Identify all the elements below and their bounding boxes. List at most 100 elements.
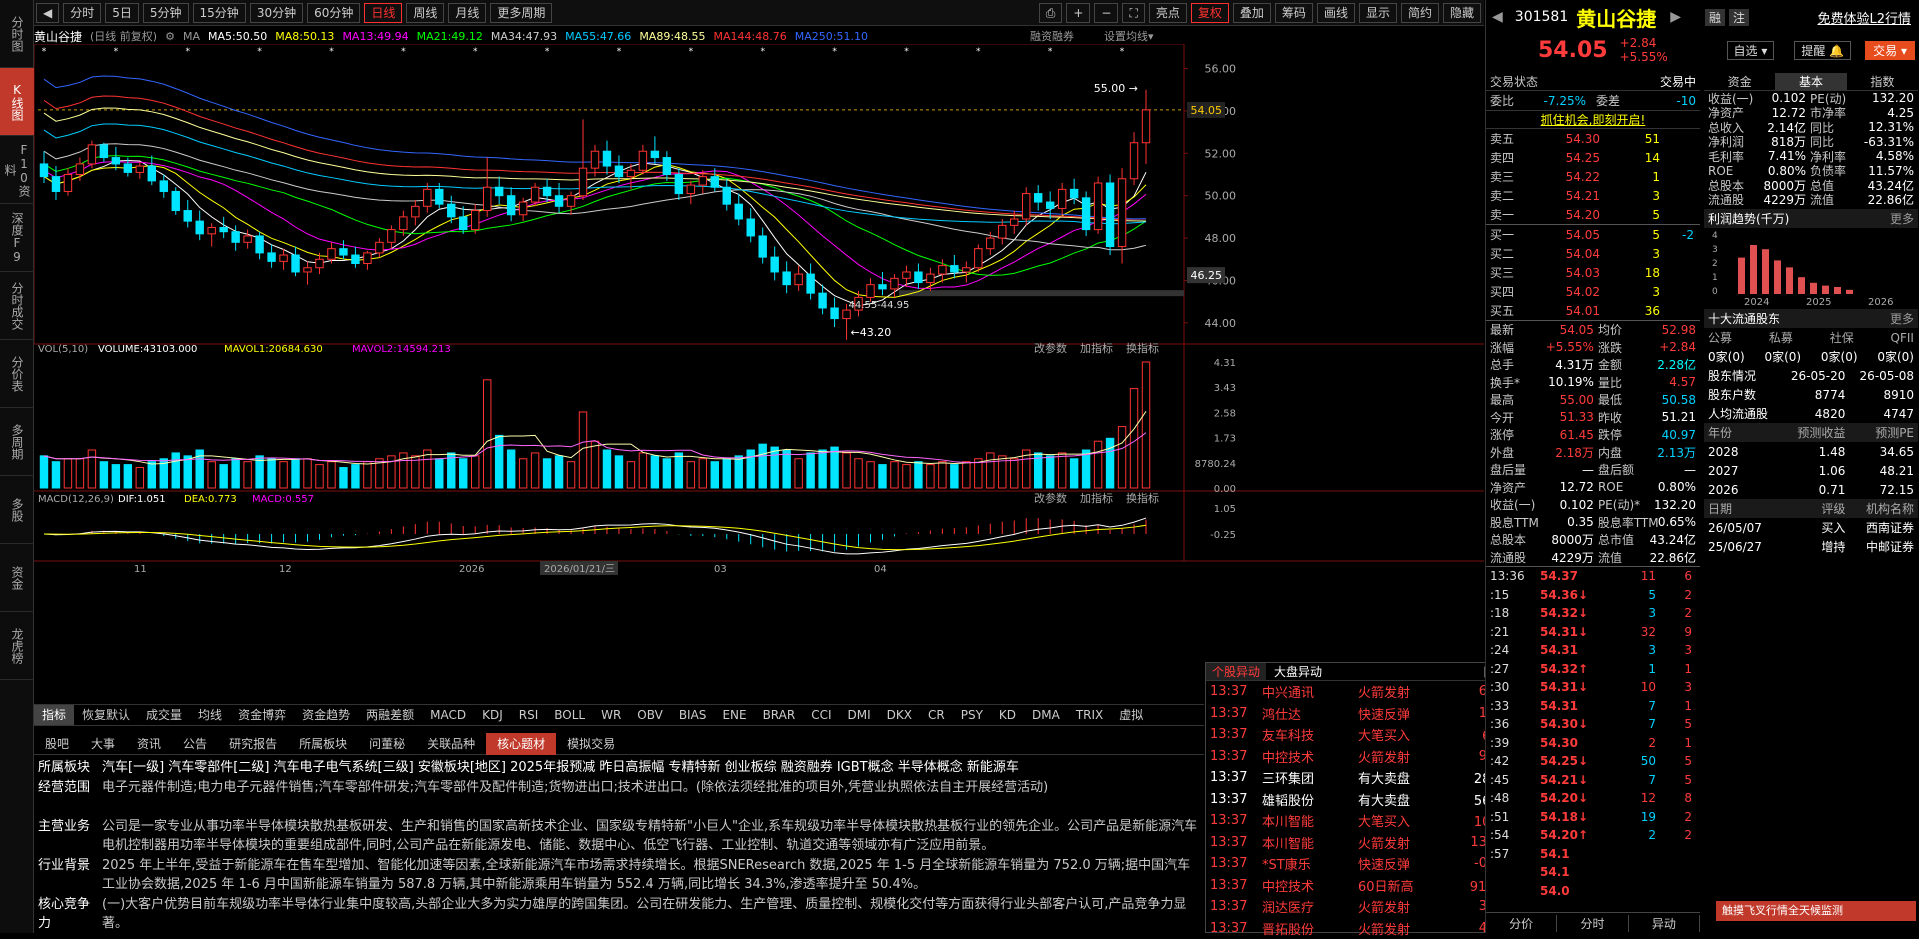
info-tab-9[interactable]: 模拟交易: [556, 733, 626, 755]
indicator-tab-10[interactable]: BOLL: [546, 705, 593, 725]
alert-row[interactable]: 13:37*ST康乐快速反弹-0.79%: [1206, 853, 1529, 875]
event-star[interactable]: *: [1120, 47, 1125, 57]
event-star[interactable]: *: [545, 47, 550, 57]
nav-5[interactable]: 分价表: [0, 340, 34, 408]
event-star[interactable]: *: [114, 47, 119, 57]
vol-op-0[interactable]: 改参数: [1034, 341, 1067, 355]
period-8[interactable]: 月线: [448, 3, 486, 23]
nav-back-icon[interactable]: ◀: [36, 3, 59, 23]
info-tab-1[interactable]: 大事: [80, 733, 126, 755]
nav-9[interactable]: 龙虎榜: [0, 612, 34, 680]
info-tab-7[interactable]: 关联品种: [416, 733, 486, 755]
set-ma-button[interactable]: 设置均线: [1104, 28, 1148, 44]
event-star[interactable]: *: [185, 47, 190, 57]
next-stock-icon[interactable]: ▶: [1670, 9, 1681, 25]
event-star[interactable]: *: [42, 47, 47, 57]
ask-row[interactable]: 卖四54.2514: [1486, 148, 1700, 167]
bottom-tab-1[interactable]: 分时: [1557, 915, 1628, 932]
info-tab-0[interactable]: 股吧: [34, 733, 80, 755]
alert-row[interactable]: 13:37中控技术60日新高91.44元: [1206, 875, 1529, 897]
vol-op-1[interactable]: 加指标: [1080, 341, 1113, 355]
indicator-tab-19[interactable]: CR: [920, 705, 953, 725]
alert-row[interactable]: 13:37本川智能火箭发射13.61%: [1206, 832, 1529, 854]
vol-op-2[interactable]: 换指标: [1126, 341, 1159, 355]
period-6[interactable]: 日线: [364, 3, 402, 23]
nav-7[interactable]: 多股: [0, 476, 34, 544]
event-star[interactable]: *: [1048, 47, 1053, 57]
event-star[interactable]: *: [760, 47, 765, 57]
info-tab-3[interactable]: 公告: [172, 733, 218, 755]
event-star[interactable]: *: [904, 47, 909, 57]
indicator-tab-12[interactable]: OBV: [629, 705, 671, 725]
notify-bar[interactable]: 触摸飞叉行情全天候监测: [1716, 901, 1916, 921]
period-9[interactable]: 更多周期: [490, 3, 552, 23]
macd-op-2[interactable]: 换指标: [1126, 491, 1159, 505]
event-star[interactable]: *: [257, 47, 262, 57]
event-star[interactable]: *: [832, 47, 837, 57]
indicator-tab-0[interactable]: 指标: [34, 705, 74, 725]
indicator-tab-8[interactable]: KDJ: [474, 705, 511, 725]
alert-row[interactable]: 13:37晋拓股份火箭发射4.90%: [1206, 918, 1529, 939]
nav-2[interactable]: F10资料: [0, 136, 34, 204]
settings-icon[interactable]: ⚙: [165, 30, 175, 43]
indicator-tab-22[interactable]: DMA: [1024, 705, 1068, 725]
indicator-tab-5[interactable]: 资金趋势: [294, 705, 358, 725]
alert-row[interactable]: 13:37友车科技大笔买入672手: [1206, 724, 1529, 746]
bid-row[interactable]: 买二54.043: [1486, 244, 1700, 263]
note-badge[interactable]: 注: [1729, 9, 1749, 26]
bottom-tab-0[interactable]: 分价: [1486, 915, 1557, 932]
bottom-tab-2[interactable]: 异动: [1629, 915, 1700, 932]
nav-4[interactable]: 分时成交: [0, 272, 34, 340]
prev-stock-icon[interactable]: ◀: [1492, 9, 1503, 25]
indicator-tab-21[interactable]: KD: [991, 705, 1024, 725]
indicator-tab-17[interactable]: DMI: [840, 705, 879, 725]
tool-3[interactable]: 筹码: [1275, 3, 1313, 23]
nav-6[interactable]: 多周期: [0, 408, 34, 476]
indicator-tab-13[interactable]: BIAS: [671, 705, 715, 725]
ask-row[interactable]: 卖三54.221: [1486, 167, 1700, 186]
indicator-tab-16[interactable]: CCI: [803, 705, 839, 725]
plus-icon[interactable]: +: [1066, 3, 1090, 23]
tool-0[interactable]: 亮点: [1149, 3, 1187, 23]
indicator-tab-15[interactable]: BRAR: [755, 705, 804, 725]
ask-row[interactable]: 卖一54.205: [1486, 205, 1700, 224]
alert-row[interactable]: 13:37雄韬股份有大卖盘5615手: [1206, 789, 1529, 811]
indicator-tab-4[interactable]: 资金博弈: [230, 705, 294, 725]
macd-op-1[interactable]: 加指标: [1080, 491, 1113, 505]
tab-stock-alerts[interactable]: 个股异动: [1206, 663, 1266, 680]
ask-row[interactable]: 卖五54.3051: [1486, 129, 1700, 148]
indicator-tab-11[interactable]: WR: [593, 705, 629, 725]
trade-button[interactable]: 交易 ▾: [1865, 41, 1915, 60]
indicator-tab-1[interactable]: 恢复默认: [74, 705, 138, 725]
indicator-tab-2[interactable]: 成交量: [138, 705, 190, 725]
fullscreen-icon[interactable]: ⛶: [1122, 3, 1144, 23]
tool-2[interactable]: 叠加: [1233, 3, 1271, 23]
info-tab-4[interactable]: 研究报告: [218, 733, 288, 755]
indicator-tab-20[interactable]: PSY: [953, 705, 991, 725]
info-tab-5[interactable]: 所属板块: [288, 733, 358, 755]
period-5[interactable]: 60分钟: [307, 3, 360, 23]
indicator-tab-9[interactable]: RSI: [511, 705, 547, 725]
nav-3[interactable]: 深度F9: [0, 204, 34, 272]
alert-row[interactable]: 13:37本川智能大笔买入1001手: [1206, 810, 1529, 832]
nav-0[interactable]: 分时图: [0, 0, 34, 68]
watchlist-button[interactable]: 自选 ▾: [1727, 41, 1775, 60]
indicator-tab-23[interactable]: TRIX: [1068, 705, 1111, 725]
tool-5[interactable]: 显示: [1359, 3, 1397, 23]
indicator-tab-3[interactable]: 均线: [190, 705, 230, 725]
event-star[interactable]: *: [976, 47, 981, 57]
period-2[interactable]: 5分钟: [143, 3, 189, 23]
nav-8[interactable]: 资金: [0, 544, 34, 612]
info-tab-2[interactable]: 资讯: [126, 733, 172, 755]
alert-row[interactable]: 13:37鸿仕达快速反弹1.42%: [1206, 703, 1529, 725]
indicator-tab-18[interactable]: DKX: [879, 705, 920, 725]
indicator-tab-14[interactable]: ENE: [714, 705, 754, 725]
alert-button[interactable]: 提醒 🔔: [1794, 41, 1851, 60]
event-star[interactable]: *: [689, 47, 694, 57]
period-4[interactable]: 30分钟: [250, 3, 303, 23]
tool-7[interactable]: 隐藏: [1443, 3, 1481, 23]
bid-row[interactable]: 买一54.055-2: [1486, 225, 1700, 244]
period-7[interactable]: 周线: [406, 3, 444, 23]
indicator-tab-7[interactable]: MACD: [422, 705, 474, 725]
minus-icon[interactable]: −: [1094, 3, 1118, 23]
